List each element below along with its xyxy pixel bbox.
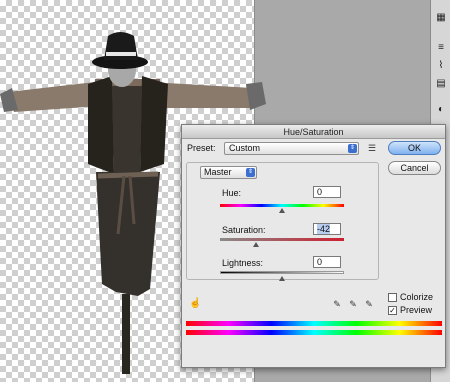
eyedropper-icon[interactable]: ✎ — [332, 299, 342, 309]
saturation-input[interactable]: -42 — [313, 223, 341, 235]
dropdown-arrows-icon: ⇕ — [246, 168, 255, 177]
colorize-checkbox[interactable] — [388, 292, 397, 302]
preset-label: Preset: — [187, 143, 216, 153]
path-icon[interactable]: ⌇ — [434, 58, 448, 72]
lightness-input[interactable]: 0 — [313, 256, 341, 268]
hue-value: 0 — [317, 187, 323, 197]
hue-track[interactable] — [220, 204, 344, 207]
adjustment-group — [186, 162, 379, 280]
channel-dropdown[interactable]: Master ⇕ — [200, 166, 257, 179]
channel-value: Master — [204, 167, 232, 177]
eyedropper-minus-icon[interactable]: ✎ — [364, 299, 374, 309]
saturation-value: -42 — [317, 224, 331, 234]
lightness-value: 0 — [317, 257, 323, 267]
input-spectrum-bar — [186, 321, 442, 326]
preset-value: Custom — [229, 143, 261, 153]
cancel-button[interactable]: Cancel — [388, 161, 441, 175]
dropdown-arrows-icon: ⇕ — [348, 144, 357, 153]
hand-target-icon[interactable]: ☝ — [189, 298, 201, 310]
hue-input[interactable]: 0 — [313, 186, 341, 198]
sliders-icon[interactable]: ≡ — [434, 40, 448, 54]
ok-button[interactable]: OK — [388, 141, 441, 155]
saturation-label: Saturation: — [222, 225, 266, 235]
preview-checkbox[interactable]: ✓ — [388, 305, 397, 315]
colorize-option[interactable]: Colorize — [388, 292, 433, 302]
adjust-icon[interactable]: ▤ — [434, 76, 448, 90]
colorize-label: Colorize — [400, 292, 434, 302]
hue-slider-thumb[interactable] — [279, 208, 285, 213]
hue-label: Hue: — [222, 188, 242, 198]
grid-icon[interactable]: ▦ — [434, 10, 448, 24]
lightness-label: Lightness: — [222, 258, 264, 268]
hue-saturation-dialog: Hue/Saturation Preset: Custom ⇕ ☰ OK Can… — [181, 124, 446, 368]
output-spectrum-bar — [186, 330, 442, 335]
lightness-track[interactable] — [220, 271, 344, 274]
preview-option[interactable]: ✓ Preview — [388, 305, 432, 315]
dialog-title[interactable]: Hue/Saturation — [182, 125, 445, 139]
mask-icon[interactable]: ◐ — [434, 102, 448, 116]
saturation-track[interactable] — [220, 238, 344, 241]
lightness-slider-thumb[interactable] — [279, 276, 285, 281]
preview-label: Preview — [400, 305, 433, 315]
saturation-slider-thumb[interactable] — [252, 242, 259, 247]
list-options-icon[interactable]: ☰ — [366, 141, 378, 155]
eyedropper-plus-icon[interactable]: ✎ — [348, 299, 358, 309]
preset-dropdown[interactable]: Custom ⇕ — [224, 142, 359, 155]
